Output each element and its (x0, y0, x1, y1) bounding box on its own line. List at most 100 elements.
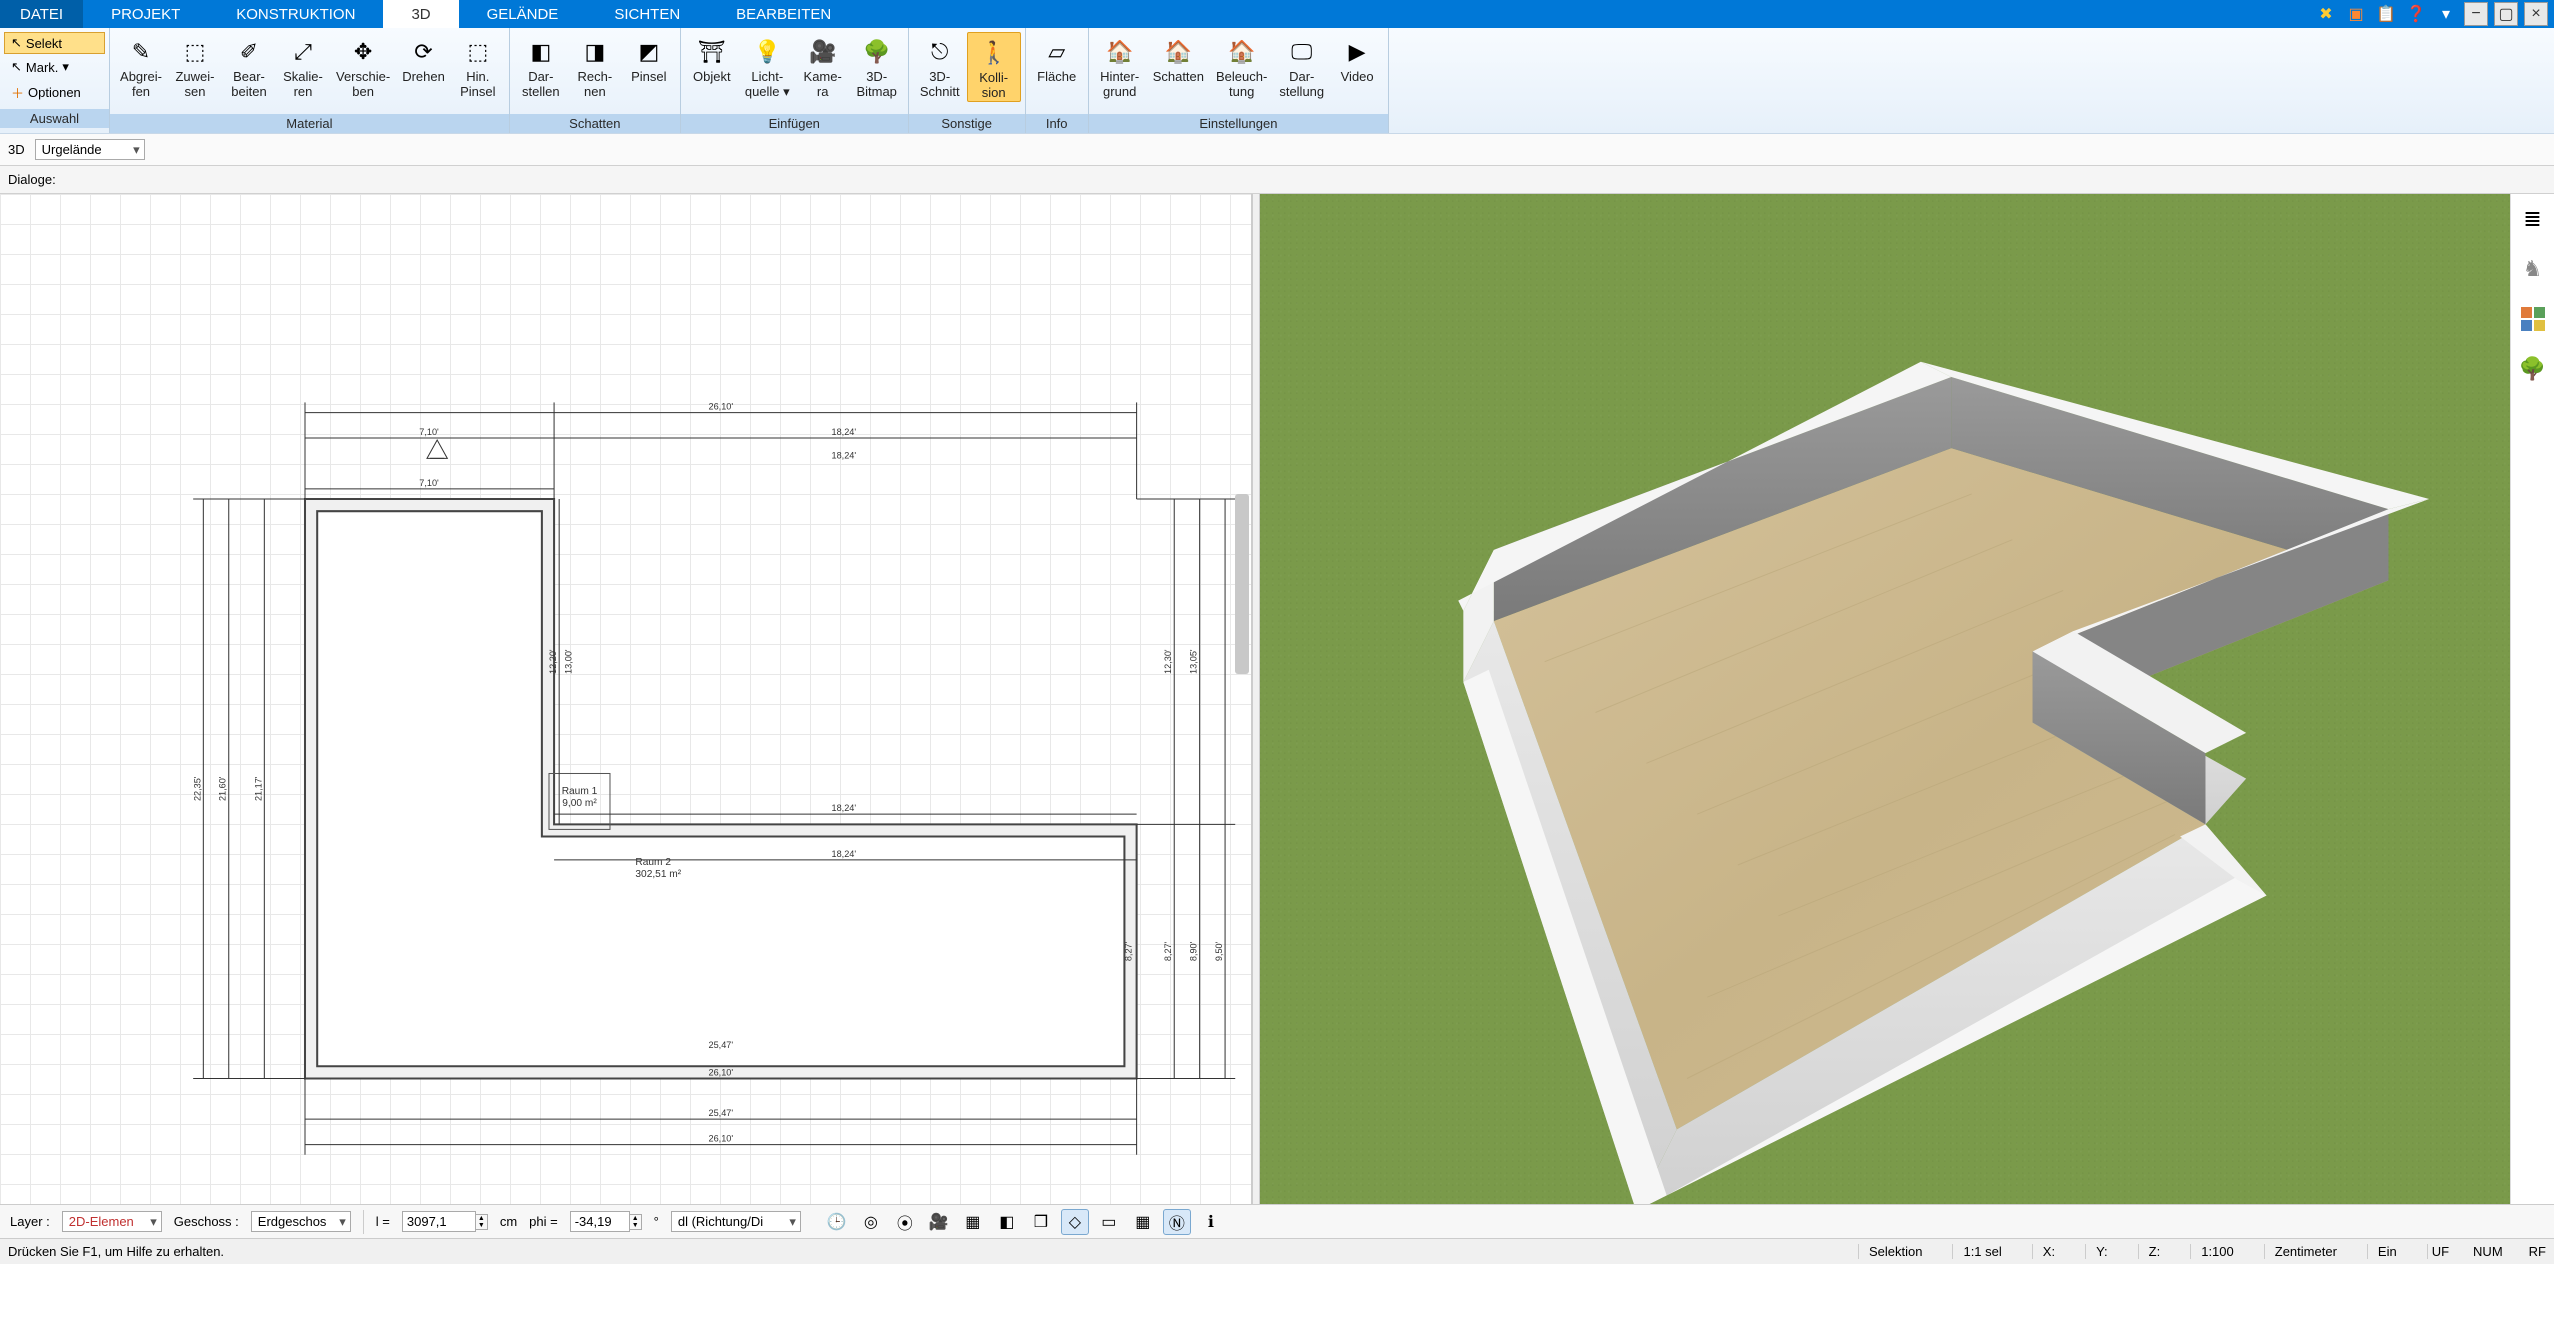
right-tool-rail: ≣ ♞ 🌳 (2510, 194, 2554, 1204)
optionen-button[interactable]: ＋Optionen (4, 80, 105, 105)
view-selector-bar: 3D Urgelände (0, 134, 2554, 166)
material-tool-icon[interactable]: ▦ (959, 1209, 987, 1235)
close-button[interactable]: × (2524, 2, 2548, 26)
minimize-button[interactable]: − (2464, 2, 2488, 26)
furniture-icon[interactable]: ♞ (2518, 254, 2548, 284)
scroll-handle-2d[interactable] (1235, 494, 1249, 674)
zuweisen-button[interactable]: ⬚Zuwei- sen (168, 32, 222, 100)
select-tool-icon[interactable]: ▭ (1095, 1209, 1123, 1235)
kollision-button[interactable]: 🚶Kolli- sion (967, 32, 1021, 102)
marker-icon: ↖ (11, 59, 22, 75)
clock-icon[interactable]: 🕒 (823, 1209, 851, 1235)
brush2-icon: ◩ (631, 36, 667, 68)
video-button[interactable]: ▶Video (1330, 32, 1384, 85)
layers-icon[interactable]: ≣ (2518, 204, 2548, 234)
schnitt3d-button[interactable]: ⎋3D- Schnitt (913, 32, 967, 100)
eyedropper-icon: ✎ (123, 36, 159, 68)
status-rf: RF (2523, 1244, 2546, 1259)
section-icon: ⎋ (922, 36, 958, 68)
darstellen-button[interactable]: ◧Dar- stellen (514, 32, 568, 100)
splitter[interactable] (1252, 194, 1260, 1204)
brush-icon: ⬚ (460, 36, 496, 68)
plant-icon[interactable]: 🌳 (2518, 354, 2548, 384)
dropdown-icon[interactable]: ▾ (2434, 2, 2458, 26)
lichtquelle-button[interactable]: 💡Licht- quelle ▾ (739, 32, 796, 100)
info-icon[interactable]: ℹ (1197, 1209, 1225, 1235)
drehen-button[interactable]: ⟳Drehen (396, 32, 451, 85)
l-spin-up[interactable]: ▲ (476, 1215, 487, 1222)
terrain-select[interactable]: Urgelände (35, 139, 145, 160)
group-einfuegen-title: Einfügen (681, 114, 908, 133)
status-bar: Drücken Sie F1, um Hilfe zu erhalten. Se… (0, 1238, 2554, 1264)
target-icon[interactable]: ◎ (857, 1209, 885, 1235)
menu-projekt[interactable]: PROJEKT (83, 0, 208, 28)
svg-text:21,60': 21,60' (218, 776, 228, 801)
l-spin-down[interactable]: ▼ (476, 1222, 487, 1229)
view-2d[interactable]: Raum 1 9,00 m² Raum 2 302,51 m² (0, 194, 1252, 1204)
stack-icon[interactable]: ❒ (1027, 1209, 1055, 1235)
l-input-wrap: ▲▼ (402, 1211, 488, 1232)
rechnen-button[interactable]: ◨Rech- nen (568, 32, 622, 100)
kamera-button[interactable]: 🎥Kame- ra (796, 32, 850, 100)
bitmap3d-button[interactable]: 🌳3D- Bitmap (850, 32, 904, 100)
darstellung-button[interactable]: 🖵Dar- stellung (1273, 32, 1330, 100)
hinpinsel-button[interactable]: ⬚Hin. Pinsel (451, 32, 505, 100)
skalieren-button[interactable]: ⤢Skalie- ren (276, 32, 330, 100)
bearbeiten-button[interactable]: ✐Bear- beiten (222, 32, 276, 100)
selekt-button[interactable]: ↖Selekt (4, 32, 105, 54)
cm-label: cm (500, 1214, 517, 1229)
scale-icon: ⤢ (285, 36, 321, 68)
menu-datei[interactable]: DATEI (0, 0, 83, 28)
group-einstellungen-title: Einstellungen (1089, 114, 1388, 133)
ribbon: ↖Selekt ↖Mark. ▾ ＋Optionen Auswahl ✎Abgr… (0, 28, 2554, 134)
tool-icon[interactable]: ✖ (2314, 2, 2338, 26)
l-input[interactable] (402, 1211, 476, 1232)
help-icon[interactable]: ❓ (2404, 2, 2428, 26)
menu-gelaende[interactable]: GELÄNDE (459, 0, 587, 28)
status-selektion: Selektion (1858, 1244, 1932, 1259)
color-palette-icon[interactable] (2518, 304, 2548, 334)
view-3d[interactable] (1260, 194, 2511, 1204)
group-auswahl-title: Auswahl (0, 109, 109, 128)
status-sel: 1:1 sel (1952, 1244, 2011, 1259)
svg-text:7,10': 7,10' (419, 478, 439, 488)
menu-3d[interactable]: 3D (383, 0, 458, 28)
mark-button[interactable]: ↖Mark. ▾ (4, 56, 105, 78)
layer-label: Layer : (10, 1214, 50, 1229)
snap-icon[interactable]: ◇ (1061, 1209, 1089, 1235)
camera-tool-icon[interactable]: 🎥 (925, 1209, 953, 1235)
schatten2-button[interactable]: 🏠Schatten (1147, 32, 1210, 85)
dl-select[interactable]: dl (Richtung/Di (671, 1211, 801, 1232)
north-icon[interactable]: Ⓝ (1163, 1209, 1191, 1235)
menu-bearbeiten[interactable]: BEARBEITEN (708, 0, 859, 28)
clipboard-icon[interactable]: 📋 (2374, 2, 2398, 26)
objekt-button[interactable]: ⛩Objekt (685, 32, 739, 85)
menu-konstruktion[interactable]: KONSTRUKTION (208, 0, 383, 28)
abgreifen-button[interactable]: ✎Abgrei- fen (114, 32, 168, 100)
menu-sichten[interactable]: SICHTEN (586, 0, 708, 28)
maximize-button[interactable]: ▢ (2494, 2, 2518, 26)
layer-tool-icon[interactable]: ◧ (993, 1209, 1021, 1235)
phi-spin-up[interactable]: ▲ (630, 1215, 641, 1222)
box-icon[interactable]: ▣ (2344, 2, 2368, 26)
rec-icon[interactable]: ⦿ (891, 1209, 919, 1235)
menu-bar: DATEI PROJEKT KONSTRUKTION 3D GELÄNDE SI… (0, 0, 2554, 28)
phi-spin-down[interactable]: ▼ (630, 1222, 641, 1229)
pinsel-button[interactable]: ◩Pinsel (622, 32, 676, 85)
cube-icon: ◧ (523, 36, 559, 68)
view-3d-label: 3D (8, 142, 25, 157)
geschoss-select[interactable]: Erdgeschos (251, 1211, 351, 1232)
beleuchtung-button[interactable]: 🏠Beleuch- tung (1210, 32, 1273, 100)
status-scale: 1:100 (2190, 1244, 2244, 1259)
area-icon: ▱ (1039, 36, 1075, 68)
house-bg-icon: 🏠 (1102, 36, 1138, 68)
phi-input[interactable] (570, 1211, 630, 1232)
hintergrund-button[interactable]: 🏠Hinter- grund (1093, 32, 1147, 100)
building-3d (1260, 194, 2510, 1204)
svg-text:18,24': 18,24' (832, 450, 857, 460)
layer-select[interactable]: 2D-Elemen (62, 1211, 162, 1232)
flaeche-button[interactable]: ▱Fläche (1030, 32, 1084, 85)
verschieben-button[interactable]: ✥Verschie- ben (330, 32, 396, 100)
grid-icon[interactable]: ▦ (1129, 1209, 1157, 1235)
status-uf: UF (2427, 1244, 2453, 1259)
